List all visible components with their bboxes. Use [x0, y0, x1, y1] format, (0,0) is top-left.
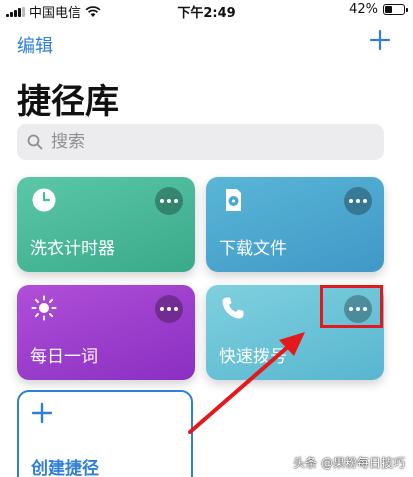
clock-icon [32, 188, 56, 212]
search-bar[interactable] [17, 124, 384, 160]
shortcut-card-laundry-timer[interactable]: 洗衣计时器 [17, 177, 195, 272]
status-bar: 中国电信 下午2:49 42% [0, 0, 413, 21]
edit-button[interactable]: 编辑 [17, 32, 53, 58]
shortcuts-library-screen: 中国电信 下午2:49 42% 编辑 捷径库 搜索 洗衣计时器 下载文件 每日一… [0, 0, 413, 477]
ellipsis-icon[interactable] [344, 187, 372, 215]
battery-icon [383, 4, 408, 15]
shortcut-card-download-file[interactable]: 下载文件 [206, 177, 384, 272]
ellipsis-icon[interactable] [155, 187, 183, 215]
watermark: 头条 @果粉每日技巧 [293, 456, 405, 470]
shortcut-label: 每日一词 [30, 347, 98, 367]
search-icon [27, 134, 43, 150]
document-icon [226, 189, 241, 211]
page-title: 捷径库 [17, 82, 119, 122]
battery-percent: 42% [349, 2, 378, 17]
phone-icon [222, 297, 244, 319]
plus-icon [31, 402, 53, 424]
create-shortcut-label: 创建捷径 [31, 459, 99, 477]
shortcut-card-daily-word[interactable]: 每日一词 [17, 285, 195, 380]
status-right: 42% [349, 2, 408, 17]
shortcut-label: 下载文件 [219, 239, 287, 259]
shortcut-label: 洗衣计时器 [30, 239, 115, 259]
battery-fill [385, 6, 392, 13]
ellipsis-icon[interactable] [155, 295, 183, 323]
plus-icon[interactable] [369, 29, 391, 51]
search-input[interactable] [49, 131, 353, 153]
shortcut-label: 快速拨号 [219, 347, 287, 367]
annotation-highlight-box [320, 285, 383, 328]
sun-icon [31, 295, 57, 321]
create-shortcut-button[interactable]: 创建捷径 [17, 390, 193, 477]
